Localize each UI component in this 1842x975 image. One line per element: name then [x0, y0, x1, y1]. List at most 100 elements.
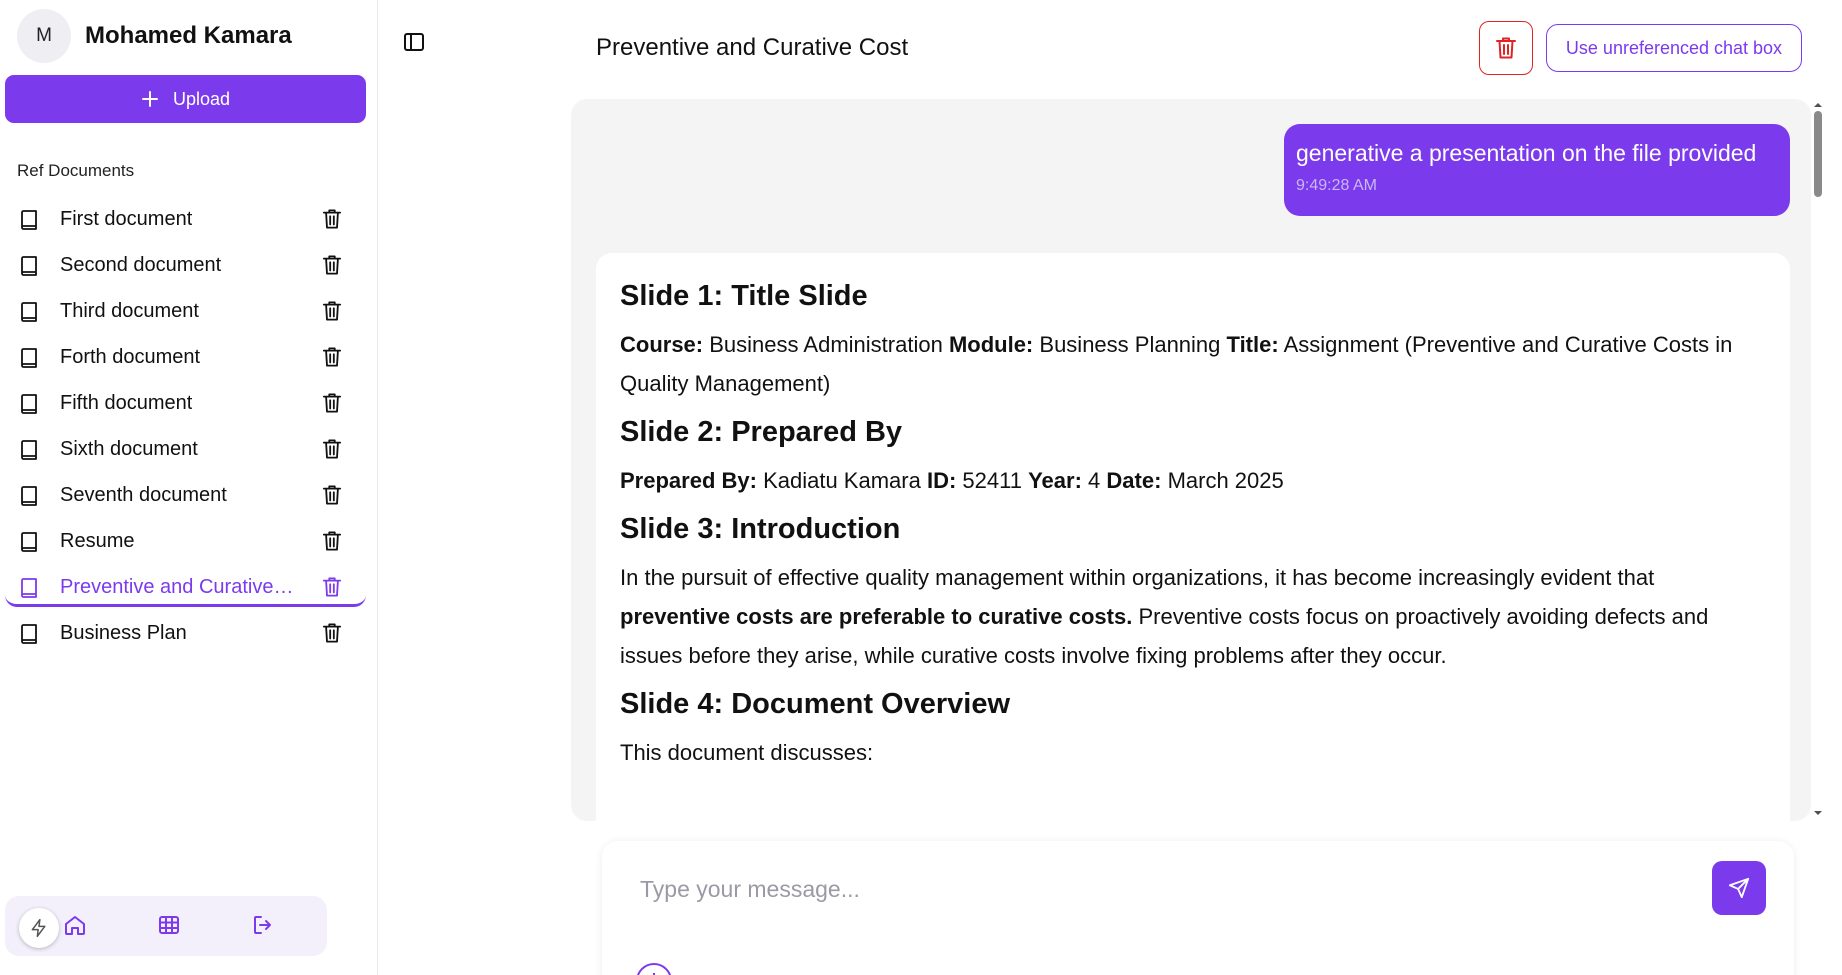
trash-icon — [322, 531, 342, 551]
document-label: Business Plan — [60, 622, 187, 644]
caret-down-icon — [1814, 811, 1822, 815]
sidebar: M Mohamed Kamara Upload Ref Documents Fi… — [0, 0, 378, 975]
sidebar-document-item[interactable]: Seventh document — [5, 469, 366, 515]
user-name: Mohamed Kamara — [85, 22, 292, 49]
ref-documents-heading: Ref Documents — [17, 161, 135, 180]
trash-icon — [322, 485, 342, 505]
value-id: 52411 — [962, 468, 1022, 493]
table-button[interactable] — [157, 913, 181, 937]
sidebar-document-item[interactable]: Business Plan — [5, 607, 366, 661]
logout-icon — [254, 916, 271, 934]
book-icon — [19, 393, 39, 415]
delete-document-button[interactable] — [322, 438, 342, 460]
sidebar-document-item[interactable]: Resume — [5, 515, 366, 561]
label-title: Title: — [1226, 332, 1279, 357]
sidebar-document-item[interactable]: Second document — [5, 239, 366, 285]
send-button[interactable] — [1712, 861, 1766, 915]
delete-document-button[interactable] — [322, 576, 342, 598]
trash-icon — [322, 255, 342, 275]
trash-icon — [322, 347, 342, 367]
book-icon — [19, 577, 39, 599]
sidebar-document-item[interactable]: Fifth document — [5, 377, 366, 423]
trash-icon — [322, 209, 342, 229]
book-icon — [19, 531, 39, 553]
upload-label: Upload — [172, 88, 231, 109]
user-message-text: generative a presentation on the file pr… — [1296, 140, 1757, 166]
sidebar-toggle-button[interactable] — [402, 30, 426, 54]
user-profile: M Mohamed Kamara — [17, 8, 292, 64]
trash-icon — [1496, 37, 1516, 59]
delete-document-button[interactable] — [322, 484, 342, 506]
label-year: Year: — [1028, 468, 1082, 493]
slide-heading: Slide 1: Title Slide — [620, 280, 868, 312]
document-label: Fifth document — [60, 392, 193, 414]
label-prepared-by: Prepared By: — [620, 468, 757, 493]
intro-text-a: In the pursuit of effective quality mana… — [620, 565, 1655, 590]
value-course: Business Administration — [709, 332, 943, 357]
assistant-message: Slide 1: Title Slide Course: Business Ad… — [596, 253, 1790, 821]
plus-circle-icon — [637, 963, 671, 975]
delete-document-button[interactable] — [322, 346, 342, 368]
home-icon — [65, 916, 85, 935]
sidebar-toggle-icon — [404, 33, 424, 51]
value-module: Business Planning — [1039, 332, 1221, 357]
sidebar-document-item[interactable]: Third document — [5, 285, 366, 331]
message-input[interactable] — [640, 869, 1680, 909]
document-label: Seventh document — [60, 484, 227, 506]
avatar[interactable]: M — [17, 9, 71, 63]
delete-document-button[interactable] — [322, 392, 342, 414]
label-module: Module: — [948, 332, 1034, 357]
book-icon — [19, 209, 39, 231]
delete-chat-button[interactable] — [1479, 21, 1533, 75]
delete-document-button[interactable] — [322, 622, 342, 644]
sidebar-document-item[interactable]: Preventive and Curative Cost — [5, 561, 366, 607]
delete-document-button[interactable] — [322, 300, 342, 322]
delete-document-button[interactable] — [322, 530, 342, 552]
message-timestamp: 9:49:28 AM — [1296, 177, 1377, 194]
bolt-icon — [31, 918, 46, 938]
unreferenced-chat-button[interactable]: Use unreferenced chat box — [1546, 24, 1802, 72]
sidebar-document-item[interactable]: First document — [5, 193, 366, 239]
upload-button[interactable]: Upload — [5, 75, 366, 123]
trash-icon — [322, 393, 342, 413]
book-icon — [19, 301, 39, 323]
value-prepared-by: Kadiatu Kamara — [763, 468, 921, 493]
slide-paragraph: Prepared By: Kadiatu Kamara ID: 52411 Ye… — [620, 461, 1766, 500]
trash-icon — [322, 577, 342, 597]
plus-icon — [141, 91, 158, 107]
value-year: 4 — [1088, 468, 1101, 493]
slide-paragraph: This document discusses: — [620, 740, 874, 765]
chat-area: generative a presentation on the file pr… — [571, 99, 1811, 821]
logout-button[interactable] — [251, 913, 275, 937]
intro-bold: preventive costs are preferable to curat… — [620, 604, 1133, 629]
attach-button[interactable] — [634, 961, 674, 975]
send-icon — [1728, 877, 1750, 899]
home-button[interactable] — [63, 913, 87, 937]
scroll-thumb[interactable] — [1814, 111, 1822, 197]
slide-paragraph: Course: Business Administration Module: … — [620, 325, 1766, 403]
sidebar-document-item[interactable]: Sixth document — [5, 423, 366, 469]
scroll-down-arrow[interactable] — [1811, 807, 1825, 819]
book-icon — [19, 485, 39, 507]
message-composer — [602, 841, 1794, 975]
label-id: ID: — [926, 468, 957, 493]
book-icon — [19, 623, 39, 645]
document-label: First document — [60, 208, 193, 230]
document-label: Second document — [60, 254, 222, 276]
document-label: Third document — [60, 300, 199, 322]
delete-document-button[interactable] — [322, 254, 342, 276]
quick-action-button[interactable] — [19, 908, 59, 948]
delete-document-button[interactable] — [322, 208, 342, 230]
chat-scrollbar[interactable] — [1811, 99, 1825, 821]
slide-heading: Slide 3: Introduction — [620, 513, 901, 545]
document-label: Resume — [60, 530, 135, 552]
slide-heading: Slide 2: Prepared By — [620, 416, 903, 448]
caret-up-icon — [1814, 103, 1822, 107]
document-label: Sixth document — [60, 438, 198, 460]
document-label: Preventive and Curative Cost — [60, 576, 296, 598]
book-icon — [19, 255, 39, 277]
value-date: March 2025 — [1167, 468, 1284, 493]
sidebar-document-item[interactable]: Forth document — [5, 331, 366, 377]
scroll-up-arrow[interactable] — [1811, 99, 1825, 111]
label-date: Date: — [1106, 468, 1162, 493]
